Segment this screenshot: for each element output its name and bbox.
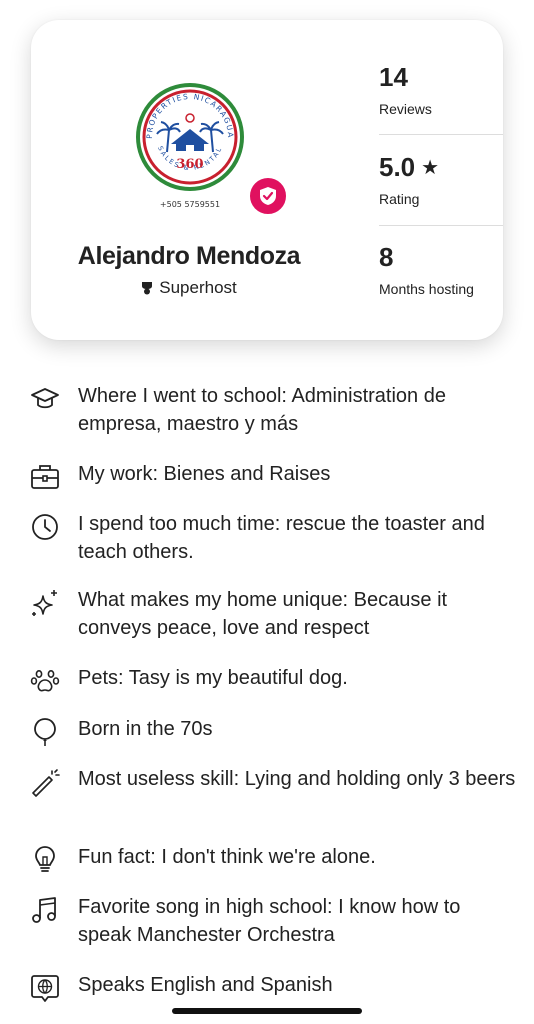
shield-check-icon xyxy=(260,187,276,205)
globe-chat-icon xyxy=(31,975,59,1002)
stats-divider xyxy=(379,225,503,226)
host-name: Alejandro Mendoza xyxy=(77,242,301,270)
music-note-icon xyxy=(32,897,56,923)
rating-value: 5.0 xyxy=(379,152,416,182)
reviews-label: Reviews xyxy=(379,101,432,117)
list-item-text: Speaks English and Spanish xyxy=(78,974,333,996)
list-item-text: Favorite song in high school: I know how… xyxy=(78,896,461,946)
star-icon: ★ xyxy=(421,157,440,179)
verified-badge xyxy=(247,175,289,217)
rating-label: Rating xyxy=(379,191,420,207)
list-item-text: Pets: Tasy is my beautiful dog. xyxy=(78,667,348,689)
clock-icon xyxy=(32,514,58,540)
logo-phone-text: +505 5759551 xyxy=(159,200,221,209)
stat-rating: 5.0 ★ Rating xyxy=(379,152,503,207)
list-item-text: Most useless skill: Lying and holding on… xyxy=(78,768,516,790)
magic-wand-icon xyxy=(32,769,60,797)
list-item-text: My work: Bienes and Raises xyxy=(78,463,331,485)
host-profile-card: PROPERTIES NICARAGUA SALES & RENTAL 360 … xyxy=(31,20,503,340)
superhost-badge: Superhost xyxy=(31,278,347,298)
paw-icon xyxy=(30,670,60,692)
stats-divider xyxy=(379,134,503,135)
superhost-label: Superhost xyxy=(159,278,237,297)
list-item-text: What makes my home unique: Because it co… xyxy=(78,589,448,639)
host-avatar[interactable]: PROPERTIES NICARAGUA SALES & RENTAL 360 … xyxy=(135,82,245,209)
balloon-icon xyxy=(34,718,56,746)
host-logo-image: PROPERTIES NICARAGUA SALES & RENTAL 360 xyxy=(136,83,244,191)
stat-months-hosting: 8 Months hosting xyxy=(379,242,503,297)
list-item-text: Fun fact: I don't think we're alone. xyxy=(78,846,376,868)
briefcase-icon xyxy=(31,465,59,489)
sparkles-icon xyxy=(32,590,57,616)
home-indicator[interactable] xyxy=(172,1008,362,1014)
months-hosting-value: 8 xyxy=(379,242,394,272)
months-hosting-label: Months hosting xyxy=(379,281,474,297)
list-item-text: I spend too much time: rescue the toaste… xyxy=(78,513,485,563)
list-item-text: Born in the 70s xyxy=(78,718,213,740)
lightbulb-icon xyxy=(35,846,55,872)
reviews-value: 14 xyxy=(379,62,408,92)
svg-text:360: 360 xyxy=(176,157,203,172)
list-item-text: Where I went to school: Administration d… xyxy=(78,385,446,435)
superhost-icon xyxy=(142,282,153,295)
graduation-cap-icon xyxy=(31,388,59,409)
stat-reviews[interactable]: 14 Reviews xyxy=(379,62,503,117)
